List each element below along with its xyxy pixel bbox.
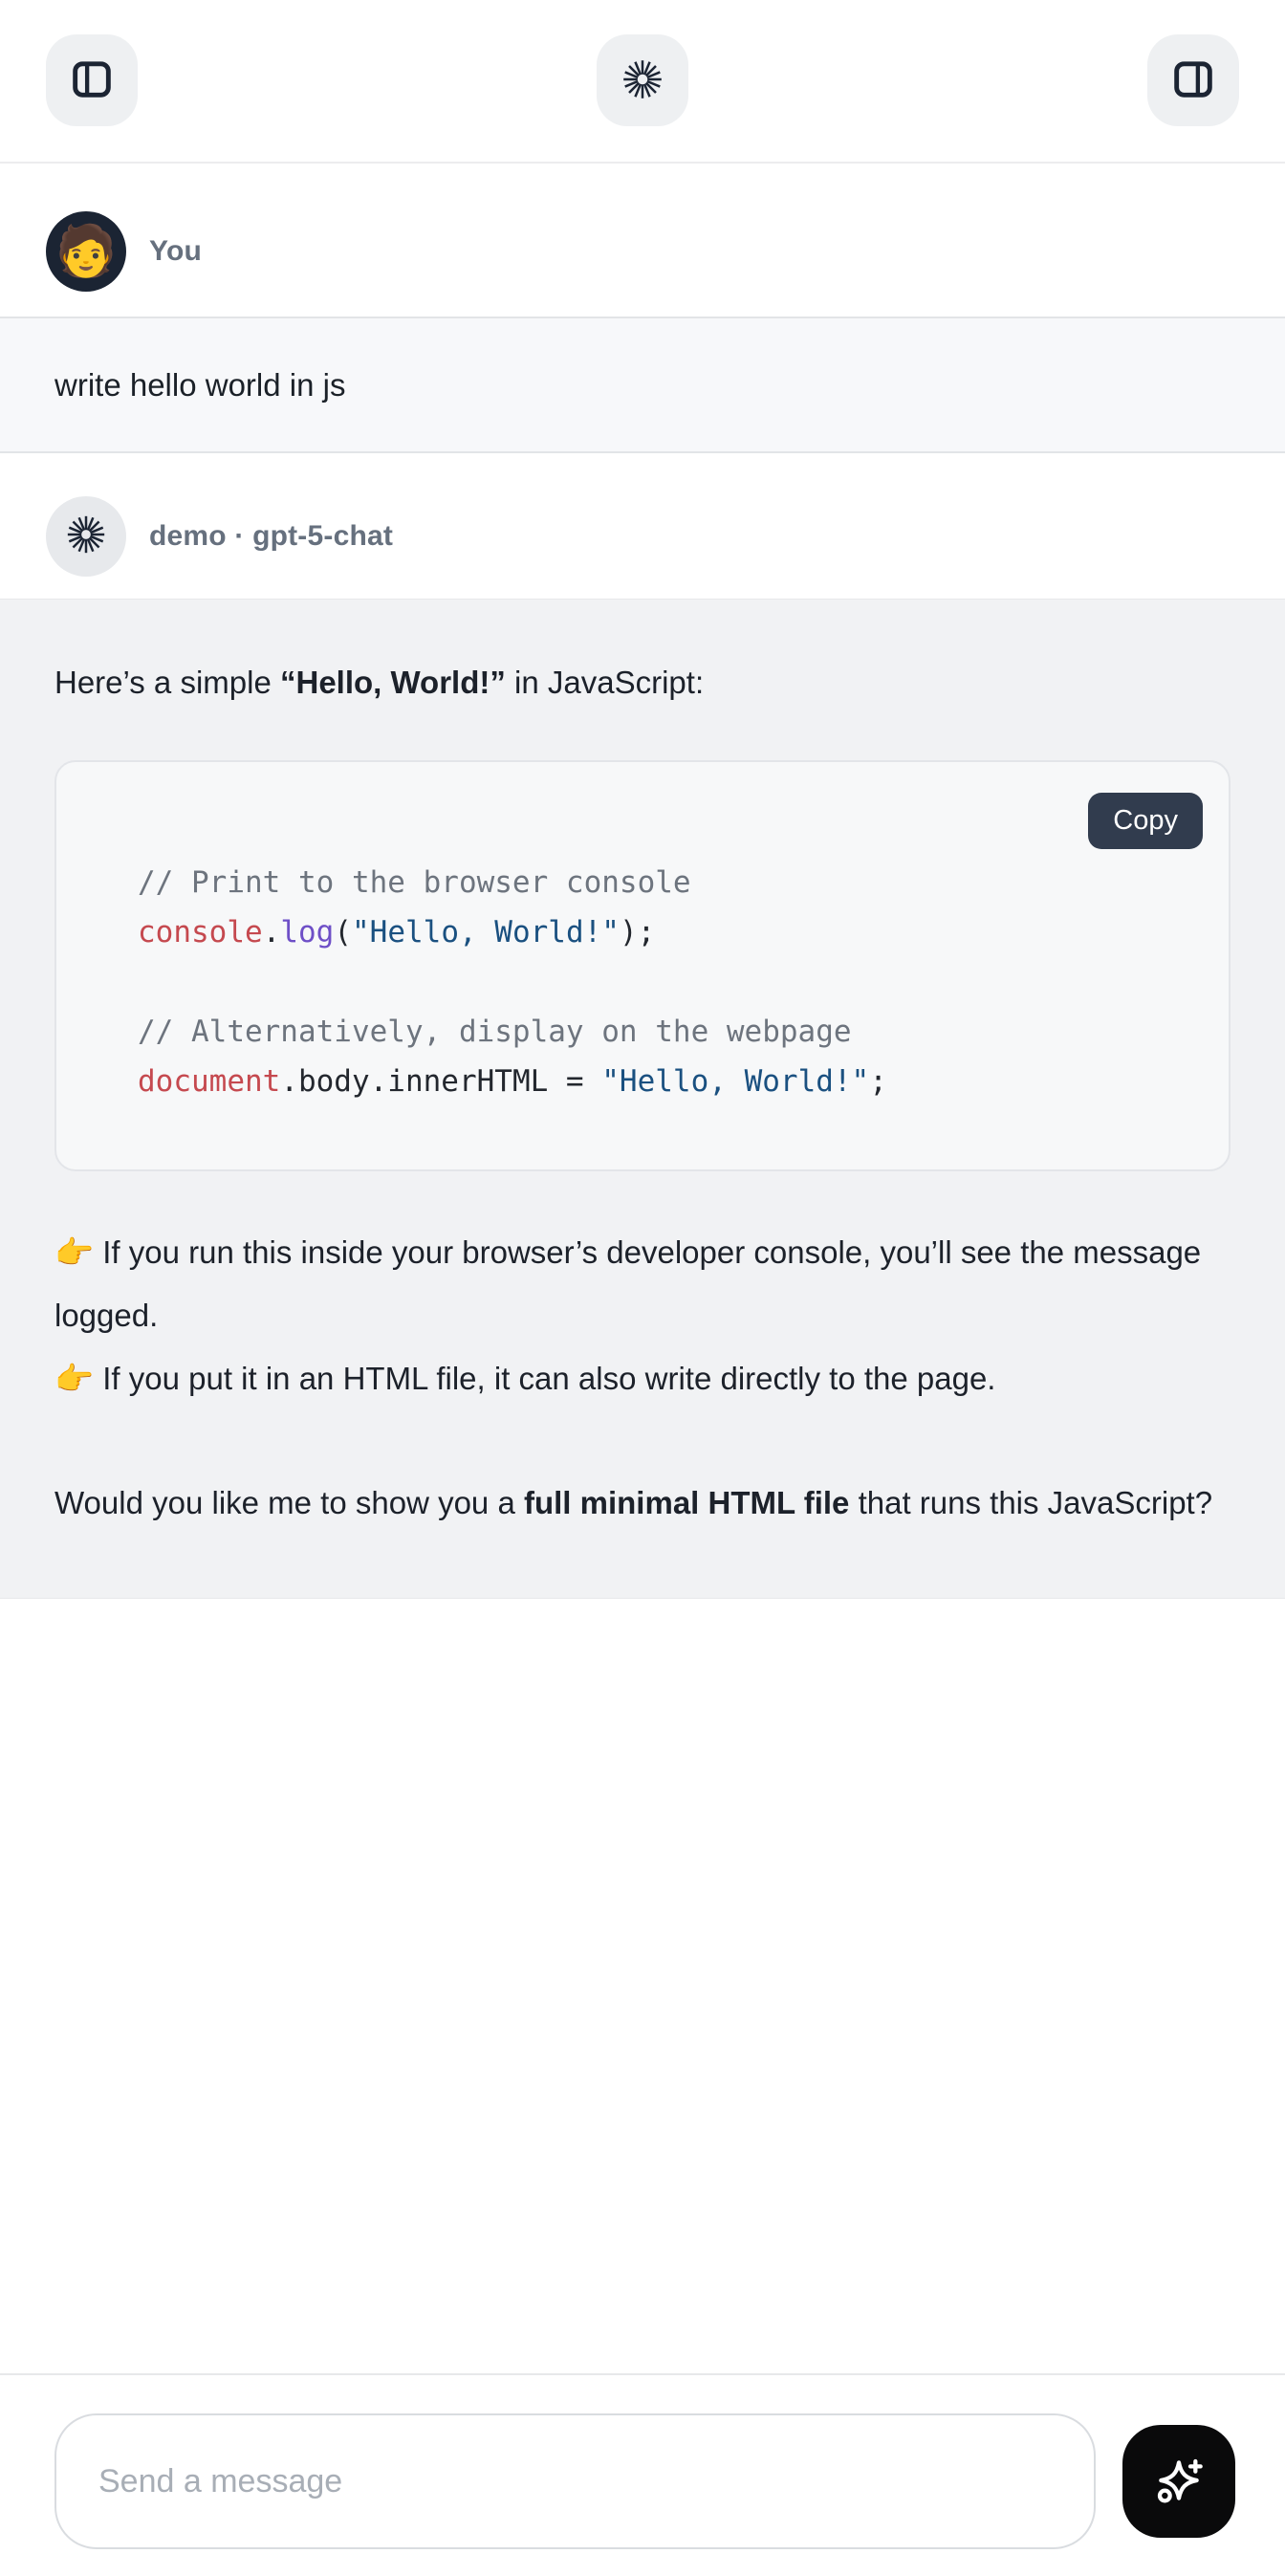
code-line: // Alternatively, display on the webpage (138, 1007, 1190, 1057)
code-line: // Print to the browser console (138, 858, 1190, 907)
chat-app: 🧑 You write hello world in js (0, 0, 1285, 2576)
question-prefix: Would you like me to show you a (54, 1485, 524, 1520)
sparkle-icon (1148, 2450, 1209, 2514)
model-menu-button[interactable] (597, 34, 688, 126)
code-line: document.body.innerHTML = "Hello, World!… (138, 1057, 1190, 1106)
sidebar-toggle-button[interactable] (46, 34, 138, 126)
panel-left-icon (67, 55, 117, 107)
intro-bold: “Hello, World!” (280, 665, 506, 700)
assistant-question: Would you like me to show you a full min… (54, 1472, 1231, 1535)
starburst-icon (64, 513, 108, 561)
code-block: Copy // Print to the browser consolecons… (54, 760, 1231, 1171)
assistant-intro: Here’s a simple “Hello, World!” in JavaS… (54, 651, 1231, 714)
user-sender-name: You (149, 235, 202, 268)
user-turn-header: 🧑 You (0, 211, 1285, 292)
top-bar (0, 0, 1285, 164)
user-avatar-emoji: 🧑 (55, 227, 118, 276)
user-avatar: 🧑 (46, 211, 126, 292)
starburst-icon (619, 55, 666, 106)
assistant-message: Here’s a simple “Hello, World!” in JavaS… (0, 599, 1285, 1599)
user-message: write hello world in js (0, 317, 1285, 453)
user-message-text: write hello world in js (54, 367, 345, 404)
panel-right-icon (1168, 55, 1218, 107)
code-line: console.log("Hello, World!"); (138, 907, 1190, 957)
assistant-sender-name: demo · gpt-5-chat (149, 520, 393, 553)
question-suffix: that runs this JavaScript? (849, 1485, 1212, 1520)
assistant-avatar (46, 496, 126, 577)
note-line: 👉 If you run this inside your browser’s … (54, 1234, 1201, 1333)
intro-prefix: Here’s a simple (54, 665, 280, 700)
assistant-notes: 👉 If you run this inside your browser’s … (54, 1221, 1231, 1410)
composer (0, 2373, 1285, 2576)
code-line (138, 957, 1190, 1007)
right-panel-toggle-button[interactable] (1147, 34, 1239, 126)
code-content: // Print to the browser consoleconsole.l… (138, 858, 1190, 1106)
message-input[interactable] (54, 2413, 1096, 2549)
send-button[interactable] (1122, 2425, 1235, 2538)
note-line: 👉 If you put it in an HTML file, it can … (54, 1361, 995, 1396)
copy-code-button[interactable]: Copy (1088, 793, 1203, 849)
question-bold: full minimal HTML file (524, 1485, 849, 1520)
intro-suffix: in JavaScript: (506, 665, 704, 700)
assistant-turn-header: demo · gpt-5-chat (0, 496, 1285, 577)
